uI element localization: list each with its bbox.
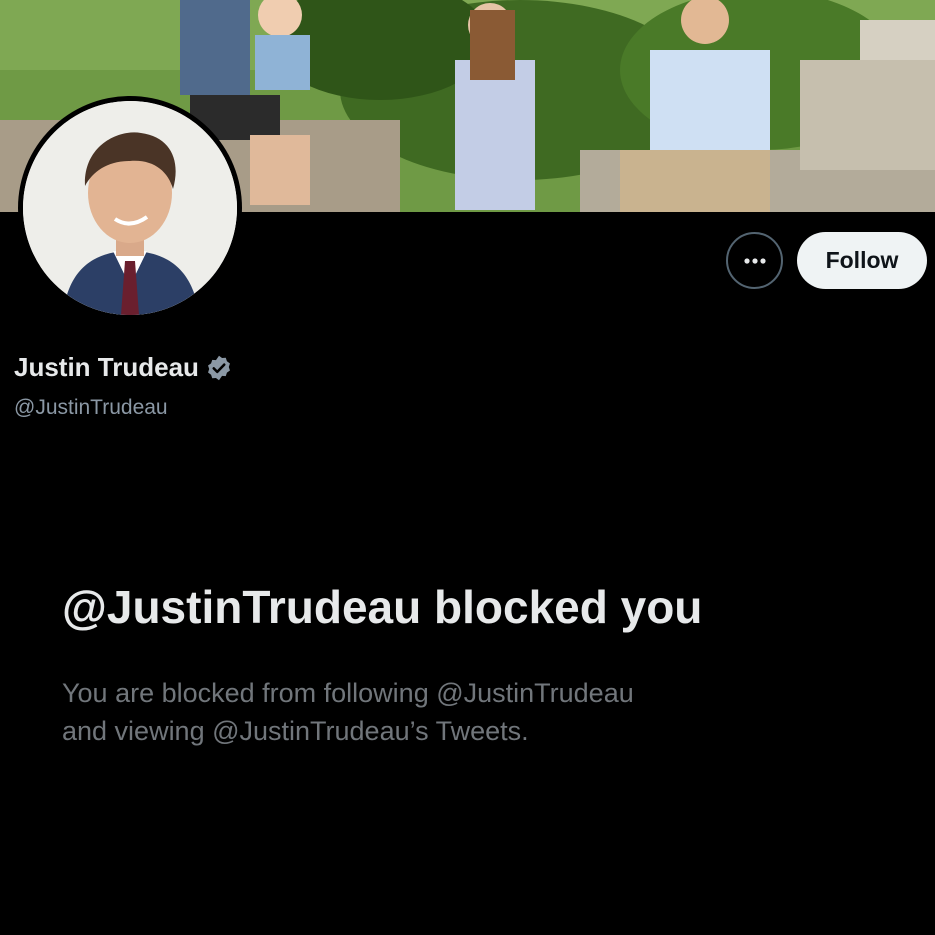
blocked-description: You are blocked from following @JustinTr…: [62, 674, 822, 750]
display-name: Justin Trudeau: [14, 352, 199, 382]
blocked-description-line-2: and viewing @JustinTrudeau’s Tweets.: [62, 716, 529, 746]
blocked-description-line-1: You are blocked from following @JustinTr…: [62, 678, 634, 708]
profile-handle: @JustinTrudeau: [14, 396, 168, 419]
blocked-title: @JustinTrudeau blocked you: [62, 581, 703, 633]
more-dots-icon: [743, 257, 766, 264]
more-options-button[interactable]: [726, 232, 783, 289]
profile-avatar[interactable]: [18, 96, 242, 320]
profile-name-row: Justin Trudeau: [14, 352, 233, 383]
follow-button[interactable]: Follow: [797, 232, 927, 289]
verified-badge-icon: [207, 355, 230, 380]
